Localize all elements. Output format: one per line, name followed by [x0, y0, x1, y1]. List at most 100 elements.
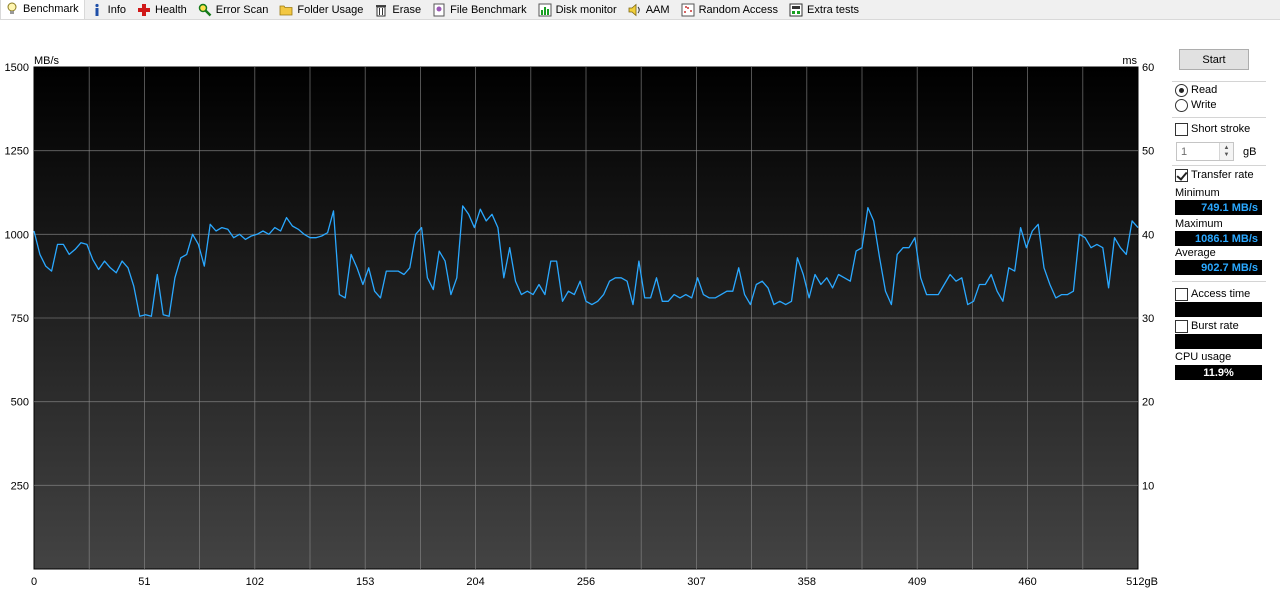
- info-icon: [90, 3, 104, 17]
- access-time-row[interactable]: Access time: [1175, 287, 1250, 301]
- y2-tick-label: 10: [1142, 480, 1154, 492]
- short-stroke-label: Short stroke: [1191, 123, 1251, 135]
- maximum-label: Maximum: [1175, 218, 1223, 230]
- read-label: Read: [1191, 84, 1218, 96]
- minimum-value: 749.1 MB/s: [1175, 200, 1262, 215]
- y2-tick-label: 30: [1142, 313, 1154, 325]
- x-tick-label: 409: [908, 576, 926, 588]
- y2-tick-label: 20: [1142, 397, 1154, 409]
- x-tick-label: 358: [798, 576, 816, 588]
- random-access-icon: [681, 3, 695, 17]
- tab-label: Error Scan: [215, 4, 269, 16]
- y-tick-label: 1000: [5, 229, 29, 241]
- tab-extra-tests[interactable]: Extra tests: [784, 0, 865, 19]
- y2-tick-label: 50: [1142, 146, 1154, 158]
- access-time-value: [1175, 302, 1262, 317]
- tab-label: Info: [107, 4, 126, 16]
- tab-label: Random Access: [698, 4, 779, 16]
- transfer-rate-row[interactable]: Transfer rate: [1175, 168, 1254, 182]
- x-tick-label: 512gB: [1126, 576, 1158, 588]
- tab-error-scan[interactable]: Error Scan: [193, 0, 275, 19]
- tab-disk-monitor[interactable]: Disk monitor: [533, 0, 623, 19]
- lightbulb-icon: [5, 2, 19, 16]
- tab-label: File Benchmark: [450, 4, 527, 16]
- tab-label: Folder Usage: [297, 4, 364, 16]
- separator: [1172, 165, 1266, 166]
- read-radio-row[interactable]: Read: [1175, 83, 1217, 97]
- x-tick-label: 0: [31, 576, 37, 588]
- write-radio[interactable]: [1175, 98, 1188, 112]
- transfer-rate-label: Transfer rate: [1191, 169, 1254, 181]
- x-tick-label: 204: [466, 576, 484, 588]
- y-tick-label: 1500: [5, 62, 29, 74]
- tab-file-benchmark[interactable]: File Benchmark: [427, 0, 532, 19]
- speaker-icon: [628, 3, 642, 17]
- separator: [1172, 81, 1266, 82]
- access-time-checkbox[interactable]: [1175, 287, 1188, 301]
- x-tick-label: 102: [246, 576, 264, 588]
- short-stroke-row[interactable]: Short stroke: [1175, 122, 1250, 136]
- y-tick-label: 1250: [5, 146, 29, 158]
- short-stroke-checkbox[interactable]: [1175, 122, 1188, 136]
- x-tick-label: 460: [1018, 576, 1036, 588]
- cpu-usage-label: CPU usage: [1175, 351, 1232, 363]
- y2-tick-label: 40: [1142, 229, 1154, 241]
- transfer-rate-chart: 1500 1250 1000 750 500 250 60 50 40 30 20 10 MB/s ms 0…: [0, 20, 1170, 594]
- tab-bar: Benchmark Info Health Error Scan Folder Usag…: [0, 0, 1280, 20]
- chevron-down-icon[interactable]: ▼: [1224, 152, 1230, 159]
- tab-benchmark[interactable]: Benchmark: [0, 0, 85, 19]
- x-tick-label: 153: [356, 576, 374, 588]
- x-tick-label: 51: [138, 576, 150, 588]
- disk-monitor-icon: [538, 3, 552, 17]
- average-value: 902.7 MB/s: [1175, 260, 1262, 275]
- burst-rate-checkbox[interactable]: [1175, 319, 1188, 333]
- magnifier-icon: [198, 3, 212, 17]
- access-time-label: Access time: [1191, 288, 1251, 300]
- average-label: Average: [1175, 247, 1216, 259]
- x-tick-label: 256: [577, 576, 595, 588]
- tab-random-access[interactable]: Random Access: [676, 0, 784, 19]
- tab-health[interactable]: Health: [132, 0, 193, 19]
- maximum-value: 1086.1 MB/s: [1175, 231, 1262, 246]
- tab-info[interactable]: Info: [85, 0, 132, 19]
- transfer-rate-checkbox[interactable]: [1175, 168, 1188, 182]
- write-radio-row[interactable]: Write: [1175, 98, 1216, 112]
- trash-icon: [374, 3, 388, 17]
- burst-rate-row[interactable]: Burst rate: [1175, 319, 1239, 333]
- cpu-usage-value: 11.9%: [1175, 365, 1262, 380]
- tab-erase[interactable]: Erase: [369, 0, 427, 19]
- tab-label: Disk monitor: [555, 4, 617, 16]
- y-tick-label: 250: [11, 480, 29, 492]
- stepper-buttons[interactable]: ▲ ▼: [1219, 143, 1233, 160]
- separator: [1172, 281, 1266, 282]
- y2-tick-label: 60: [1142, 62, 1154, 74]
- x-tick-label: 307: [687, 576, 705, 588]
- y-tick-label: 750: [11, 313, 29, 325]
- y-tick-label: 500: [11, 397, 29, 409]
- tab-aam[interactable]: AAM: [623, 0, 676, 19]
- y2-axis-unit: ms: [1122, 55, 1137, 67]
- y-axis-unit: MB/s: [34, 55, 60, 67]
- tab-label: Extra tests: [807, 4, 860, 16]
- chart-svg: 1500 1250 1000 750 500 250 60 50 40 30 20 10 MB/s ms 0…: [5, 55, 1158, 588]
- read-radio[interactable]: [1175, 83, 1188, 97]
- short-stroke-value: 1: [1181, 145, 1188, 158]
- health-cross-icon: [137, 3, 151, 17]
- burst-rate-value: [1175, 334, 1262, 349]
- tab-folder-usage[interactable]: Folder Usage: [274, 0, 369, 19]
- benchmark-page: 1500 1250 1000 750 500 250 60 50 40 30 20 10 MB/s ms 0…: [0, 20, 1280, 594]
- write-label: Write: [1191, 99, 1217, 111]
- short-stroke-unit: gB: [1243, 146, 1257, 158]
- tab-label: Benchmark: [23, 3, 79, 15]
- tab-label: Erase: [392, 4, 422, 16]
- burst-rate-label: Burst rate: [1191, 320, 1239, 332]
- chevron-up-icon[interactable]: ▲: [1224, 145, 1230, 152]
- start-button[interactable]: Start: [1179, 49, 1249, 70]
- short-stroke-stepper[interactable]: 1 ▲ ▼: [1176, 142, 1234, 161]
- tab-label: Health: [155, 4, 187, 16]
- extra-tests-icon: [789, 3, 803, 17]
- file-benchmark-icon: [432, 3, 446, 17]
- control-panel: Start Read Write Short stroke 1 ▲ ▼ gB T…: [1172, 20, 1280, 594]
- folder-icon: [279, 3, 293, 17]
- separator: [1172, 117, 1266, 118]
